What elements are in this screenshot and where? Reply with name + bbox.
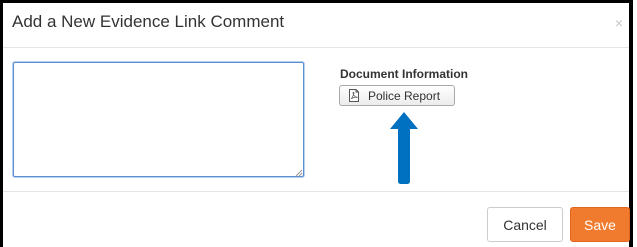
dialog-title: Add a New Evidence Link Comment <box>12 12 285 31</box>
footer-divider <box>3 191 629 192</box>
police-report-button-label: Police Report <box>368 88 441 103</box>
evidence-link-comment-dialog: Add a New Evidence Link Comment × Docume… <box>0 0 633 247</box>
arrow-up-icon <box>390 112 418 184</box>
cancel-button[interactable]: Cancel <box>487 207 563 242</box>
save-button[interactable]: Save <box>570 207 630 242</box>
police-report-button[interactable]: Police Report <box>339 85 455 106</box>
pdf-file-icon <box>349 89 359 102</box>
resize-grip-icon[interactable] <box>293 167 303 177</box>
dialog-header: Add a New Evidence Link Comment × <box>3 3 629 48</box>
document-information-label: Document Information <box>340 67 468 81</box>
close-icon[interactable]: × <box>615 16 623 30</box>
comment-textarea[interactable] <box>13 62 304 177</box>
